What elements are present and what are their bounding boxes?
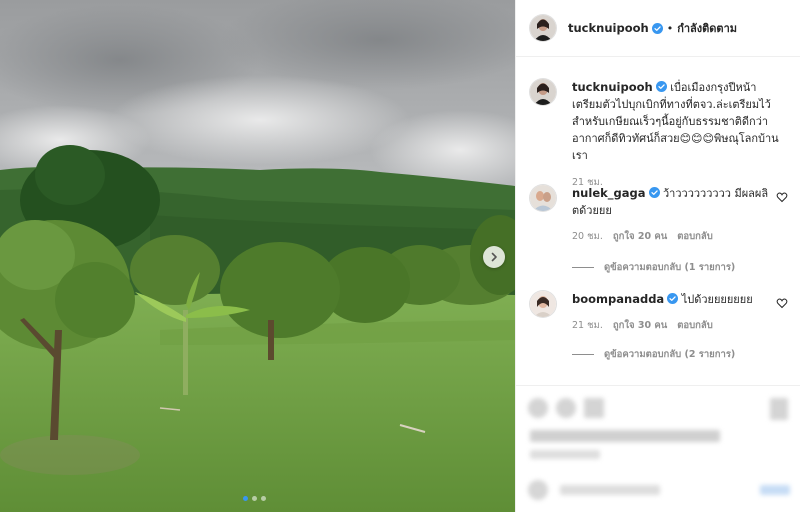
carousel-indicator [243, 496, 266, 501]
post-header: tucknuipooh • กำลังติดตาม [516, 0, 800, 57]
comment-likes[interactable]: ถูกใจ 20 คน [613, 228, 667, 245]
heart-outline-icon[interactable] [776, 191, 788, 203]
comments-list[interactable]: tucknuipooh เบื่อเมืองกรุงปีหน้าเตรียมตั… [516, 57, 800, 382]
view-replies-button[interactable]: ดูข้อความตอบกลับ (2 รายการ) [572, 347, 735, 362]
comment-username[interactable]: nulek_gaga [572, 186, 646, 200]
reply-button[interactable]: ตอบกลับ [677, 228, 713, 245]
post-sidebar: tucknuipooh • กำลังติดตาม tucknuipooh เบ… [515, 0, 800, 512]
view-replies-button[interactable]: ดูข้อความตอบกลับ (1 รายการ) [572, 260, 735, 275]
commenter-avatar-image [530, 291, 556, 317]
bookmark-icon[interactable] [770, 398, 788, 420]
caption-username[interactable]: tucknuipooh [572, 80, 653, 94]
comment-body: nulek_gaga ว้าววววววววว มีผลผลิตด้วยยย 2… [572, 185, 784, 245]
comment-username[interactable]: boompanadda [572, 292, 664, 306]
commenter-avatar-image [530, 185, 556, 211]
reply-button[interactable]: ตอบกลับ [677, 317, 713, 334]
comment-avatar[interactable] [530, 291, 556, 317]
comment-row: nulek_gaga ว้าววววววววว มีผลผลิตด้วยยย 2… [530, 185, 792, 245]
comment-icon[interactable] [556, 398, 576, 418]
orchard-landscape-image [0, 0, 515, 512]
share-icon[interactable] [584, 398, 604, 418]
caption-avatar-image [530, 79, 556, 105]
carousel-dot-1 [243, 496, 248, 501]
likes-summary [530, 430, 720, 442]
comment-row: boompanadda ไปด้วยยยยยยย 21 ชม. ถูกใจ 30… [530, 291, 792, 334]
carousel-next-button[interactable] [483, 246, 505, 268]
caption-body: tucknuipooh เบื่อเมืองกรุงปีหน้าเตรียมตั… [572, 79, 784, 191]
comment-meta: 20 ชม. ถูกใจ 20 คน ตอบกลับ [572, 228, 784, 245]
post-date [530, 450, 600, 459]
like-icon[interactable] [528, 398, 548, 418]
verified-badge-icon [655, 81, 667, 92]
comment-text: ไปด้วยยยยยยย [681, 293, 753, 306]
add-comment-input[interactable] [560, 485, 660, 495]
carousel-dot-2 [252, 496, 257, 501]
instagram-post: tucknuipooh • กำลังติดตาม tucknuipooh เบ… [0, 0, 800, 512]
caption-avatar[interactable] [530, 79, 556, 105]
comment-meta: 21 ชม. ถูกใจ 30 คน ตอบกลับ [572, 317, 784, 334]
carousel-dot-3 [261, 496, 266, 501]
caption-row: tucknuipooh เบื่อเมืองกรุงปีหน้าเตรียมตั… [530, 79, 792, 191]
comment-avatar[interactable] [530, 185, 556, 211]
verified-badge-icon [667, 293, 679, 304]
view-replies-label[interactable]: ดูข้อความตอบกลับ (1 รายการ) [604, 260, 735, 275]
heart-outline-icon[interactable] [776, 297, 788, 309]
author-avatar-image [530, 15, 556, 41]
replies-divider [572, 267, 594, 268]
comment-time[interactable]: 20 ชม. [572, 228, 603, 245]
post-comment-button[interactable] [760, 485, 790, 495]
chevron-right-icon [491, 252, 497, 262]
author-avatar[interactable] [530, 15, 556, 41]
comment-body: boompanadda ไปด้วยยยยยยย 21 ชม. ถูกใจ 30… [572, 291, 784, 334]
view-replies-label[interactable]: ดูข้อความตอบกลับ (2 รายการ) [604, 347, 735, 362]
header-separator: • [666, 21, 674, 35]
comment-likes[interactable]: ถูกใจ 30 คน [613, 317, 667, 334]
replies-divider [572, 354, 594, 355]
author-username[interactable]: tucknuipooh [568, 21, 649, 35]
post-photo[interactable] [0, 0, 515, 512]
emoji-icon[interactable] [528, 480, 548, 500]
following-button[interactable]: กำลังติดตาม [677, 19, 737, 37]
verified-badge-icon [651, 22, 663, 34]
blurred-actions [516, 386, 800, 513]
post-actions-area [516, 385, 800, 512]
comment-time[interactable]: 21 ชม. [572, 317, 603, 334]
verified-badge-icon [648, 187, 660, 198]
